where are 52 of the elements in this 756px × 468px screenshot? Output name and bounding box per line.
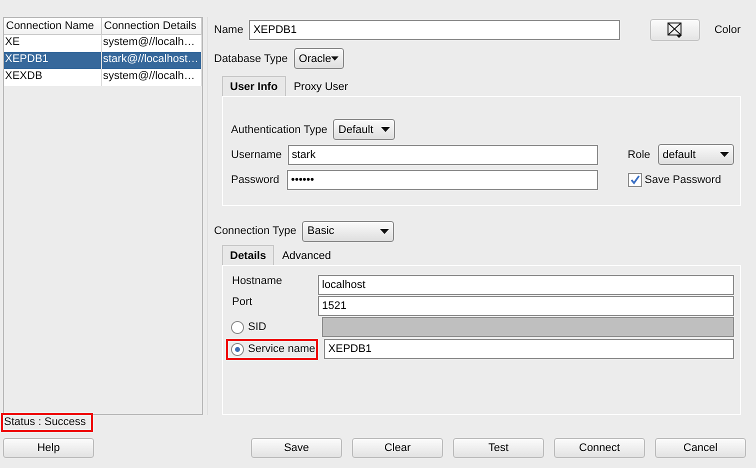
radio-button[interactable] xyxy=(231,320,244,334)
table-cell[interactable]: system@//localh… xyxy=(102,35,202,52)
table-cell[interactable]: stark@//localhost… xyxy=(102,52,202,69)
caret-icon xyxy=(381,127,390,132)
dropdown[interactable]: default xyxy=(658,144,734,165)
input-field[interactable]: XEPDB1 xyxy=(249,20,620,40)
tab[interactable]: User Info xyxy=(222,76,286,97)
button[interactable]: Clear xyxy=(352,438,443,458)
input-field[interactable]: stark xyxy=(288,144,598,164)
field-label: Role xyxy=(628,148,652,160)
input-field[interactable]: 1521 xyxy=(318,296,734,316)
field-label: Name xyxy=(214,24,244,36)
field-label: Authentication Type xyxy=(231,124,328,136)
field-label: Connection Type xyxy=(214,225,296,238)
field-label: Username xyxy=(231,148,282,160)
tab[interactable]: Advanced xyxy=(274,244,340,266)
tab[interactable]: Proxy User xyxy=(286,76,356,97)
color-button[interactable] xyxy=(650,19,700,41)
table-cell[interactable]: XE xyxy=(4,35,102,52)
dropdown[interactable]: Oracle xyxy=(294,48,344,69)
button[interactable]: Test xyxy=(453,438,544,458)
caret-icon xyxy=(720,152,729,157)
field-label: Password xyxy=(231,174,280,186)
tab[interactable]: Details xyxy=(222,244,274,266)
radio-button[interactable] xyxy=(231,342,244,356)
button[interactable]: Help xyxy=(3,438,94,458)
field-label: Hostname xyxy=(232,274,284,287)
column-header[interactable]: Connection Details xyxy=(102,18,202,35)
radio-label: Service name xyxy=(248,343,316,356)
input-field[interactable]: XEPDB1 xyxy=(324,339,734,360)
checkbox[interactable] xyxy=(628,173,642,187)
field-label: Color xyxy=(714,24,741,36)
dropdown[interactable]: Basic xyxy=(302,220,394,242)
status-text: Status : Success xyxy=(1,413,93,432)
column-header[interactable]: Connection Name xyxy=(4,18,102,35)
table-cell[interactable]: XEPDB1 xyxy=(4,52,102,69)
color-swatch-icon xyxy=(667,22,684,38)
caret-icon xyxy=(331,56,339,61)
table-cell[interactable]: XEXDB xyxy=(4,69,102,86)
dropdown[interactable]: Default xyxy=(333,119,396,140)
input-field[interactable] xyxy=(322,317,734,338)
checkbox-label: Save Password xyxy=(644,174,722,186)
button[interactable]: Cancel xyxy=(655,438,746,458)
field-label: Database Type xyxy=(214,52,288,64)
radio-label: SID xyxy=(248,321,266,334)
button[interactable]: Connect xyxy=(554,438,645,458)
password-field[interactable]: •••••• xyxy=(287,170,598,190)
button[interactable]: Save xyxy=(251,438,342,458)
caret-icon xyxy=(380,228,390,234)
table-cell[interactable]: system@//localh… xyxy=(102,69,202,86)
input-field[interactable]: localhost xyxy=(318,274,734,295)
field-label: Port xyxy=(232,296,254,308)
